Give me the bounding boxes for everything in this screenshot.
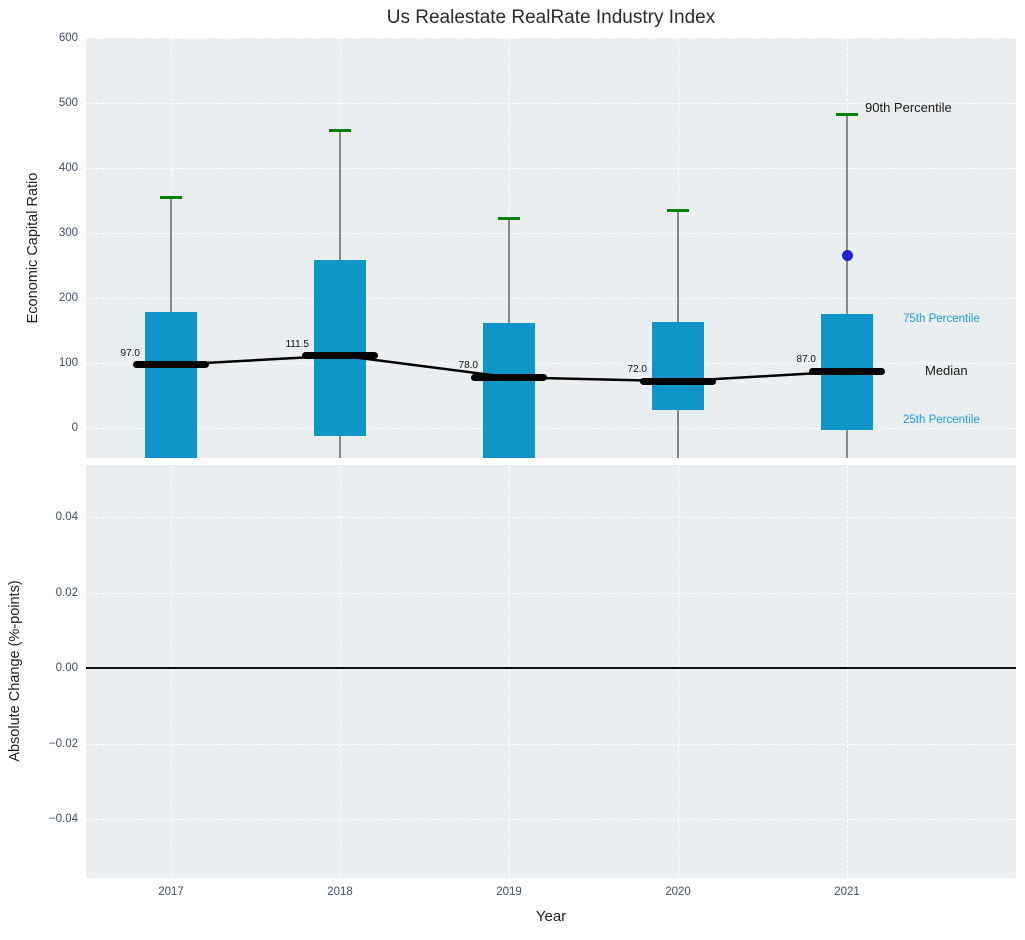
median-value-label-2021: 87.0	[736, 354, 816, 366]
chart-title: Us Realestate RealRate Industry Index	[86, 7, 1016, 29]
top-y-tick-400: 400	[8, 160, 78, 176]
top-y-tick-200: 200	[8, 290, 78, 306]
entity-point-redwood-mortgage-investors-ix	[842, 250, 853, 261]
gridline-vertical	[509, 465, 510, 878]
median-value-label-2019: 78.0	[398, 360, 478, 372]
annotation-75th-percentile: 75th Percentile	[903, 313, 980, 325]
gridline-horizontal	[86, 819, 1016, 820]
top-plot-area: 97.0 111.5 78.0 72.0 87.0 90th Percentile 75th…	[86, 38, 1016, 458]
gridline-vertical	[847, 465, 848, 878]
median-value-label-2017: 97.0	[86, 348, 140, 360]
bottom-y-tick-0: 0.00	[8, 660, 78, 676]
bottom-y-tick-0.02: 0.02	[8, 585, 78, 601]
bottom-y-tick-0.04: 0.04	[8, 509, 78, 525]
median-marker-2020	[640, 378, 716, 385]
median-marker-2017	[133, 361, 209, 368]
top-y-tick-600: 600	[8, 30, 78, 46]
zero-reference-line	[86, 667, 1016, 669]
x-tick-2021: 2021	[817, 885, 877, 900]
gridline-horizontal	[86, 744, 1016, 745]
median-value-label-2020: 72.0	[567, 364, 647, 376]
x-tick-2018: 2018	[310, 885, 370, 900]
annotation-median: Median	[925, 363, 968, 378]
top-y-tick-100: 100	[8, 355, 78, 371]
top-y-tick-300: 300	[8, 225, 78, 241]
figure: Us Realestate RealRate Industry Index Ec…	[0, 0, 1025, 940]
x-axis-label: Year	[536, 908, 566, 925]
gridline-vertical	[171, 465, 172, 878]
median-marker-2018	[302, 352, 378, 359]
top-y-tick-500: 500	[8, 95, 78, 111]
gridline-horizontal	[86, 517, 1016, 518]
median-marker-2021	[809, 368, 885, 375]
bottom-y-tick--0.02: −0.02	[8, 736, 78, 752]
median-marker-2019	[471, 374, 547, 381]
bottom-y-tick--0.04: −0.04	[8, 811, 78, 827]
bottom-plot-area	[86, 465, 1016, 878]
annotation-90th-percentile: 90th Percentile	[865, 100, 952, 115]
x-tick-2019: 2019	[479, 885, 539, 900]
median-value-label-2018: 111.5	[229, 339, 309, 351]
x-tick-2017: 2017	[141, 885, 201, 900]
gridline-horizontal	[86, 593, 1016, 594]
annotation-25th-percentile: 25th Percentile	[903, 414, 980, 426]
gridline-vertical	[678, 465, 679, 878]
gridline-vertical	[340, 465, 341, 878]
top-y-tick-0: 0	[8, 420, 78, 436]
x-tick-2020: 2020	[648, 885, 708, 900]
